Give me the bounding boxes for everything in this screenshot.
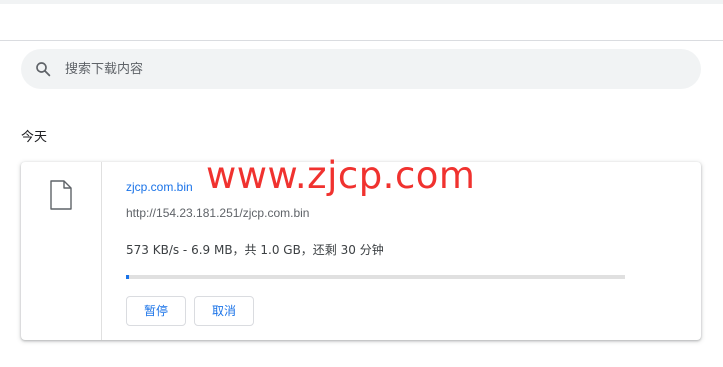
cancel-button[interactable]: 取消 (194, 296, 254, 326)
search-input[interactable] (65, 49, 685, 89)
file-url-link[interactable]: http://154.23.181.251/zjcp.com.bin (126, 206, 309, 220)
date-heading: 今天 (21, 130, 48, 145)
header-strip (0, 0, 723, 4)
file-icon-column (21, 162, 102, 340)
progress-bar (126, 275, 625, 279)
file-name-link[interactable]: zjcp.com.bin (126, 180, 193, 194)
watermark-text: www.zjcp.com (206, 154, 476, 197)
pause-button[interactable]: 暂停 (126, 296, 186, 326)
download-status: 573 KB/s - 6.9 MB，共 1.0 GB，还剩 30 分钟 (126, 243, 384, 257)
search-icon (36, 62, 51, 77)
progress-bar-fill (126, 275, 130, 279)
header-divider (0, 40, 723, 41)
search-bar[interactable] (21, 49, 701, 89)
file-icon (50, 180, 72, 210)
